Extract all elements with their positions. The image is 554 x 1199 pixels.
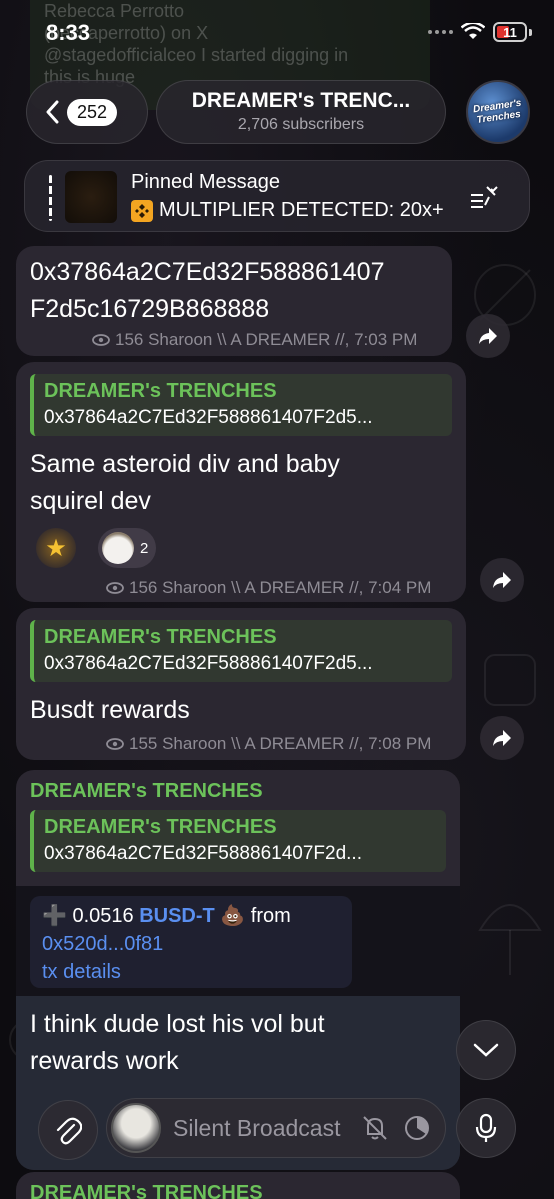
- message-input[interactable]: Silent Broadcast: [106, 1098, 446, 1158]
- message-text: 0x37864a2C7Ed32F588861407 F2d5c16729B868…: [30, 254, 384, 328]
- forward-icon: [493, 572, 511, 588]
- message-text-line: F2d5c16729B868888: [30, 295, 270, 323]
- tx-details-link: tx details: [42, 961, 121, 983]
- forward-button[interactable]: [480, 558, 524, 602]
- back-chevron-icon: [46, 100, 59, 124]
- tx-amount: 0.0516: [72, 905, 134, 927]
- star-reaction[interactable]: ★: [36, 528, 76, 568]
- pinned-message-bar[interactable]: Pinned Message MULTIPLIER DETECTED: 20x+: [24, 160, 530, 232]
- pinned-text-row: MULTIPLIER DETECTED: 20x+: [131, 199, 444, 222]
- pin-list-icon[interactable]: [469, 183, 499, 211]
- message-text: Busdt rewards: [30, 692, 190, 729]
- input-placeholder: Silent Broadcast: [173, 1114, 341, 1141]
- wifi-icon: [461, 23, 485, 39]
- tx-address: 0x520d...0f81: [42, 933, 164, 955]
- message-text-line: squirel dev: [30, 487, 151, 515]
- tx-from-label: from: [250, 905, 291, 927]
- forward-icon: [493, 730, 511, 746]
- message-meta: 155 Sharoon \\ A DREAMER //, 7:08 PM: [106, 734, 431, 754]
- message-text: Same asteroid div and baby squirel dev: [30, 446, 340, 520]
- send-as-avatar[interactable]: [111, 1103, 161, 1153]
- doodle-icon: [484, 654, 536, 706]
- reply-text: 0x37864a2C7Ed32F588861407F2d5...: [44, 407, 373, 428]
- scroll-to-bottom-button[interactable]: [456, 1020, 516, 1080]
- reaction-chip[interactable]: 2: [98, 528, 157, 568]
- status-icons: 11: [428, 22, 532, 42]
- plus-icon: ➕: [42, 905, 67, 927]
- eye-icon: [106, 738, 124, 750]
- channel-info-button[interactable]: DREAMER's TRENC... 2,706 subscribers: [156, 80, 446, 144]
- subscriber-count: 2,706 subscribers: [237, 116, 365, 133]
- binance-icon: [131, 199, 153, 222]
- message-text-line: Same asteroid div and baby: [30, 450, 340, 478]
- forward-icon: [479, 328, 497, 344]
- reply-quote[interactable]: DREAMER's TRENCHES 0x37864a2C7Ed32F58886…: [30, 374, 452, 436]
- forward-button[interactable]: [480, 716, 524, 760]
- chevron-down-icon: [473, 1043, 499, 1057]
- battery-level: 11: [503, 24, 517, 40]
- back-button[interactable]: 252: [26, 80, 148, 144]
- status-time: 8:33: [46, 20, 91, 45]
- forward-button[interactable]: [466, 314, 510, 358]
- message-text-line: I think dude lost his vol but: [30, 1010, 325, 1038]
- mic-icon: [475, 1113, 497, 1142]
- poop-emoji-icon: 💩: [220, 905, 246, 927]
- cat-emoji-icon: [102, 532, 134, 564]
- reply-sender: DREAMER's TRENCHES: [44, 816, 277, 838]
- reply-text: 0x37864a2C7Ed32F588861407F2d5...: [44, 653, 373, 674]
- message-meta-text: 156 Sharoon \\ A DREAMER //, 7:04 PM: [129, 578, 432, 597]
- transaction-card: ➕ 0.0516 BUSD-T 💩 from 0x520d...0f81 tx …: [30, 896, 352, 988]
- reply-quote[interactable]: DREAMER's TRENCHES 0x37864a2C7Ed32F58886…: [30, 810, 446, 872]
- attach-icon: [56, 1117, 82, 1145]
- message-sender[interactable]: DREAMER's TRENCHES: [30, 780, 263, 803]
- bell-off-icon[interactable]: [361, 1114, 389, 1142]
- pinned-title: Pinned Message: [131, 171, 280, 193]
- attach-button[interactable]: [38, 1100, 98, 1160]
- voice-record-button[interactable]: [456, 1098, 516, 1158]
- pinned-text: MULTIPLIER DETECTED: 20x+: [159, 199, 444, 221]
- pinned-indicator: [49, 175, 52, 221]
- status-bar: 8:33 11: [0, 0, 554, 66]
- message-bubble[interactable]: 0x37864a2C7Ed32F588861407 F2d5c16729B868…: [16, 246, 452, 356]
- reply-sender: DREAMER's TRENCHES: [44, 626, 277, 648]
- message-text: I think dude lost his vol but rewards wo…: [30, 1006, 325, 1080]
- reply-text: 0x37864a2C7Ed32F588861407F2d...: [44, 843, 362, 864]
- reaction-count: 2: [140, 539, 149, 557]
- message-meta: 156 Sharoon \\ A DREAMER //, 7:03 PM: [92, 330, 417, 350]
- reply-quote[interactable]: DREAMER's TRENCHES 0x37864a2C7Ed32F58886…: [30, 620, 452, 682]
- eye-icon: [92, 334, 110, 346]
- avatar-logo-text: Dreamer's Trenches: [472, 97, 523, 126]
- embedded-screenshot[interactable]: ➕ 0.0516 BUSD-T 💩 from 0x520d...0f81 tx …: [16, 886, 460, 996]
- message-meta-text: 155 Sharoon \\ A DREAMER //, 7:08 PM: [129, 734, 432, 753]
- doodle-icon: [478, 904, 542, 975]
- message-text-line: rewards work: [30, 1047, 179, 1075]
- message-bubble[interactable]: DREAMER's TRENCHES 0x37864a2C7Ed32F58886…: [16, 362, 466, 602]
- message-bubble[interactable]: DREAMER's TRENCHES 0x37864a2C7Ed32F58886…: [16, 608, 466, 760]
- transaction-line: ➕ 0.0516 BUSD-T 💩 from: [42, 902, 340, 930]
- message-meta-text: 156 Sharoon \\ A DREAMER //, 7:03 PM: [115, 330, 418, 349]
- channel-avatar[interactable]: Dreamer's Trenches: [466, 80, 530, 144]
- eye-icon: [106, 582, 124, 594]
- signal-icon: [428, 30, 453, 34]
- message-sender[interactable]: DREAMER's TRENCHES: [30, 1182, 263, 1199]
- channel-title: DREAMER's TRENC...: [191, 89, 411, 112]
- star-icon: ★: [45, 534, 67, 562]
- message-bubble[interactable]: DREAMER's TRENCHES: [16, 1172, 460, 1199]
- reply-sender: DREAMER's TRENCHES: [44, 380, 277, 402]
- tx-token: BUSD-T: [139, 905, 215, 927]
- message-text-line: 0x37864a2C7Ed32F588861407: [30, 258, 385, 286]
- message-meta: 156 Sharoon \\ A DREAMER //, 7:04 PM: [106, 578, 431, 598]
- timer-icon[interactable]: [403, 1114, 431, 1142]
- message-text-line: Busdt rewards: [30, 696, 190, 724]
- pinned-thumbnail: [65, 171, 117, 223]
- battery-icon: 11: [493, 22, 527, 42]
- unread-count-badge: 252: [67, 98, 118, 126]
